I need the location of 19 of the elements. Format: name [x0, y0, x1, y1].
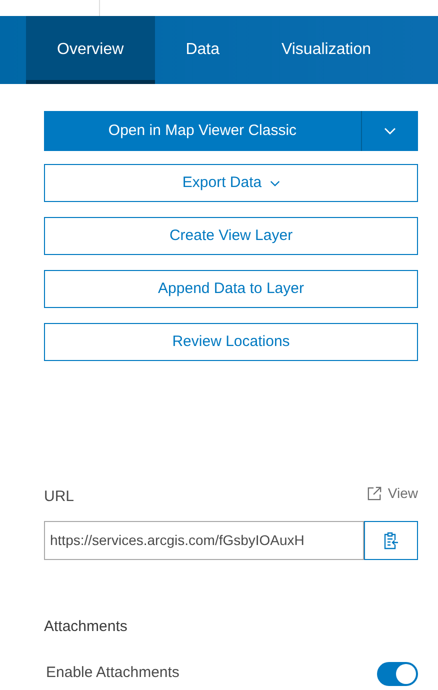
open-map-viewer-button[interactable]: Open in Map Viewer Classic: [44, 111, 361, 151]
attachments-heading: Attachments: [44, 617, 128, 637]
tab[interactable]: Overview: [26, 16, 155, 84]
tab[interactable]: Visualization: [250, 16, 402, 84]
action-button[interactable]: Review Locations: [44, 323, 418, 361]
clipboard-icon: [383, 532, 399, 550]
action-button[interactable]: Create View Layer: [44, 217, 418, 255]
url-label: URL: [44, 486, 74, 506]
chevron-down-icon: [270, 180, 280, 186]
enable-attachments-label: Enable Attachments: [46, 663, 180, 684]
url-field[interactable]: https://services.arcgis.com/fGsbyIOAuxH: [44, 521, 364, 560]
action-button[interactable]: Export Data: [44, 164, 418, 202]
external-link-icon: [366, 486, 382, 501]
copy-button[interactable]: [364, 521, 418, 560]
view-link[interactable]: View: [366, 483, 418, 504]
action-button[interactable]: Append Data to Layer: [44, 270, 418, 308]
chevron-down-icon: [384, 127, 396, 135]
tab[interactable]: Data: [154, 16, 250, 84]
toggle-switch[interactable]: [377, 662, 418, 686]
